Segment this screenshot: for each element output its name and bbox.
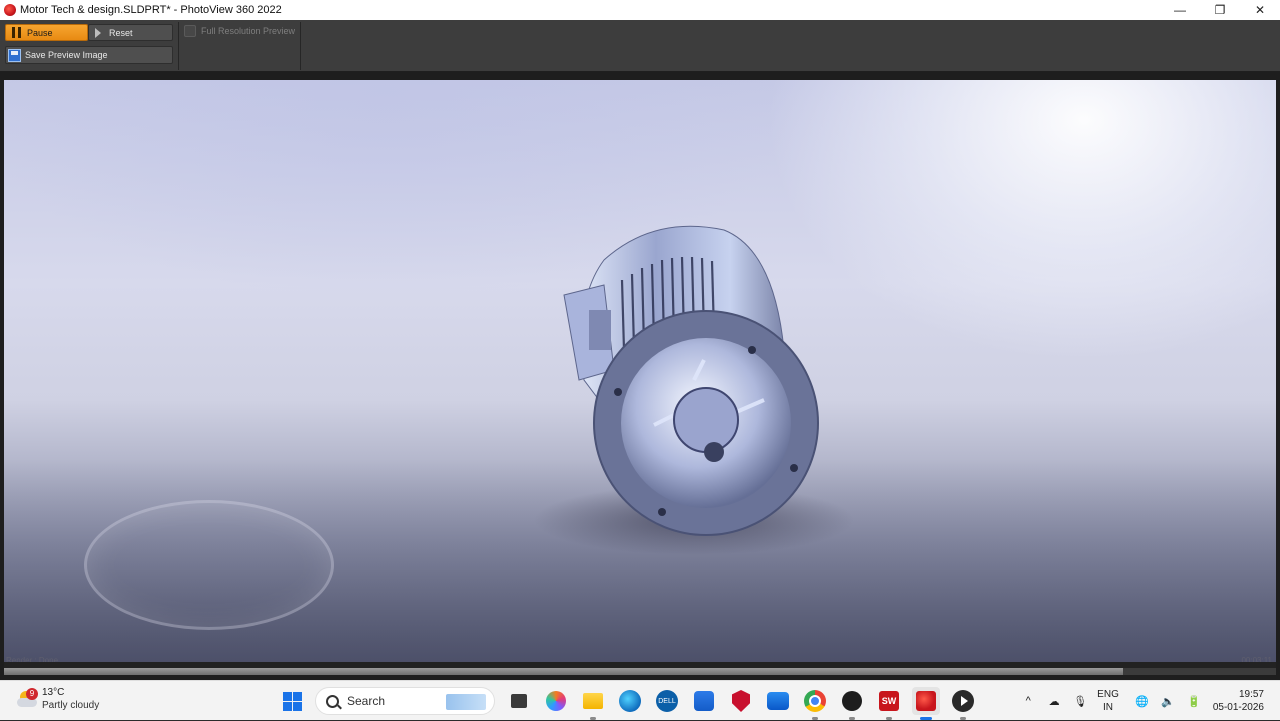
pause-button[interactable]: Pause [5, 24, 88, 41]
close-button[interactable]: ✕ [1240, 0, 1280, 20]
pause-label: Pause [27, 27, 53, 38]
minimize-button[interactable]: — [1160, 0, 1200, 20]
store-icon[interactable] [690, 687, 718, 715]
reset-button[interactable]: Reset [88, 24, 173, 41]
restore-button[interactable]: ❐ [1200, 0, 1240, 20]
partly-cloudy-icon: 9 [16, 688, 38, 708]
media-player-icon[interactable] [949, 687, 977, 720]
photoview-icon[interactable] [912, 687, 940, 720]
solidworks-app-icon[interactable] [4, 4, 16, 16]
preview-toolbar: Pause Reset Save Preview Image Full Reso… [0, 20, 1280, 72]
language-indicator[interactable]: ENG IN [1097, 688, 1119, 714]
save-preview-label: Save Preview Image [25, 50, 108, 60]
preview-window: Render : Done 00:03:11 [0, 72, 1280, 680]
toolbar-divider [300, 22, 301, 70]
mcafee-icon[interactable] [727, 687, 755, 715]
clock[interactable]: 19:57 05-01-2026 [1213, 688, 1264, 714]
motor-render [534, 225, 854, 555]
solidworks-icon[interactable]: SW [875, 687, 903, 720]
obs-icon[interactable] [838, 687, 866, 720]
clock-time: 19:57 [1238, 689, 1264, 700]
volume-icon[interactable]: 🔈 [1160, 693, 1176, 709]
window-controls: — ❐ ✕ [1160, 0, 1280, 20]
title-bar: Motor Tech & design.SLDPRT* - PhotoView … [0, 0, 1280, 20]
notification-badge: 9 [26, 688, 38, 700]
microphone-icon[interactable]: 🎙 [1072, 693, 1088, 709]
weather-widget[interactable]: 9 13°C Partly cloudy [16, 686, 99, 712]
checkbox-box[interactable] [184, 25, 196, 37]
windows-start-icon[interactable] [278, 687, 306, 715]
language-code: ENG [1097, 689, 1119, 700]
dell-icon[interactable]: DELL [653, 687, 681, 715]
windows-taskbar: 9 13°C Partly cloudy Search DELL SW ^ ☁ [0, 680, 1280, 720]
edge-icon[interactable] [616, 687, 644, 715]
battery-icon[interactable]: 🔋 [1186, 693, 1202, 709]
copilot-icon[interactable] [542, 687, 570, 715]
region-code: IN [1103, 702, 1113, 713]
reset-label: Reset [109, 27, 133, 38]
save-icon [8, 48, 21, 62]
play-icon [95, 27, 101, 38]
clock-date: 05-01-2026 [1212, 702, 1264, 713]
window-title: Motor Tech & design.SLDPRT* - PhotoView … [20, 4, 282, 16]
outlook-icon[interactable] [764, 687, 792, 715]
render-viewport[interactable] [4, 80, 1276, 662]
search-icon [326, 694, 339, 708]
pause-icon [9, 26, 23, 39]
render-progress-bar [4, 668, 1276, 675]
cloud-sync-icon[interactable]: ☁ [1046, 693, 1062, 709]
weather-text: 13°C Partly cloudy [42, 686, 99, 712]
weather-temperature: 13°C [42, 687, 65, 698]
folder-icon[interactable] [579, 687, 607, 720]
system-tray: ^ ☁ 🎙 ENG IN 🌐 🔈 🔋 19:57 05-01-2026 [1015, 681, 1280, 721]
search-highlight-art [446, 694, 486, 710]
taskbar-apps: Search DELL SW [278, 687, 986, 720]
taskbar-search[interactable]: Search [315, 687, 495, 715]
full-resolution-preview-checkbox[interactable]: Full Resolution Preview [184, 25, 295, 37]
full-resolution-label: Full Resolution Preview [201, 26, 296, 36]
toolbar-divider [178, 22, 179, 70]
chevron-up-icon[interactable]: ^ [1020, 693, 1036, 709]
save-preview-image-button[interactable]: Save Preview Image [5, 46, 173, 64]
render-progress-fill [4, 668, 1124, 675]
chrome-icon[interactable] [801, 687, 829, 720]
network-icon[interactable]: 🌐 [1134, 693, 1150, 709]
weather-description: Partly cloudy [42, 700, 100, 711]
search-placeholder: Search [347, 694, 386, 708]
task-view-icon[interactable] [505, 687, 533, 715]
